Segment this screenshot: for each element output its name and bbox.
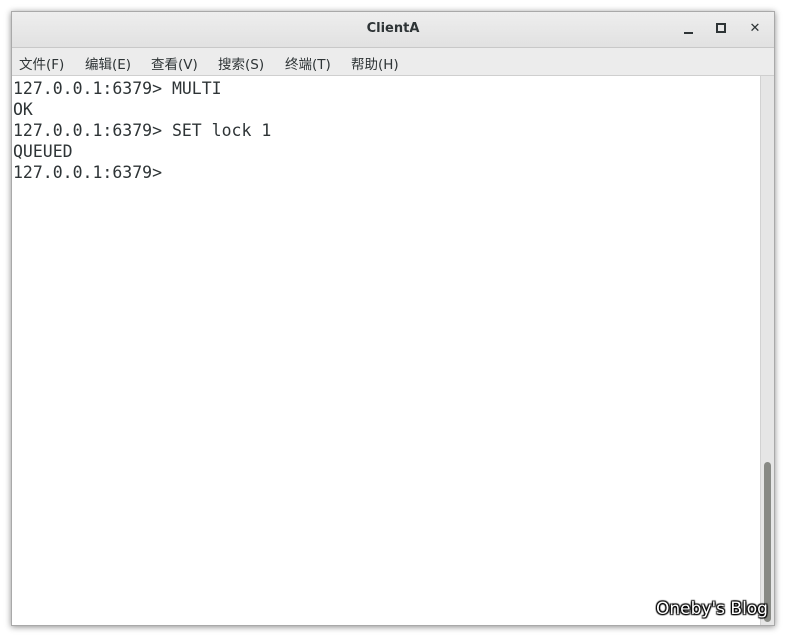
maximize-button[interactable]	[710, 18, 732, 40]
vertical-scrollbar[interactable]	[760, 76, 774, 625]
menu-file[interactable]: 文件(F)	[19, 53, 64, 73]
terminal-window: ClientA ✕ 文件(F) 编辑(E) 查看(V) 搜索(S) 终端(T) …	[11, 11, 775, 626]
terminal-output[interactable]: 127.0.0.1:6379> MULTI OK 127.0.0.1:6379>…	[12, 76, 760, 625]
menu-search[interactable]: 搜索(S)	[218, 53, 264, 73]
menu-terminal[interactable]: 终端(T)	[285, 53, 331, 73]
scrollbar-thumb[interactable]	[764, 462, 771, 622]
minimize-button[interactable]	[677, 18, 699, 40]
close-icon: ✕	[749, 21, 761, 36]
window-title: ClientA	[366, 21, 420, 36]
terminal-line: 127.0.0.1:6379> SET lock 1	[13, 121, 272, 140]
maximize-icon	[716, 23, 726, 33]
terminal-prompt: 127.0.0.1:6379>	[13, 163, 163, 182]
menu-edit[interactable]: 编辑(E)	[85, 53, 131, 73]
menu-view[interactable]: 查看(V)	[151, 53, 198, 73]
watermark: Oneby's Blog	[656, 599, 768, 619]
terminal-line: OK	[13, 100, 33, 119]
terminal-line: QUEUED	[13, 142, 73, 161]
title-bar[interactable]: ClientA ✕	[12, 12, 774, 48]
close-button[interactable]: ✕	[744, 18, 766, 40]
minimize-icon	[683, 32, 693, 34]
terminal-line: 127.0.0.1:6379> MULTI	[13, 79, 222, 98]
menu-help[interactable]: 帮助(H)	[351, 53, 399, 73]
menu-bar: 文件(F) 编辑(E) 查看(V) 搜索(S) 终端(T) 帮助(H)	[12, 48, 774, 76]
